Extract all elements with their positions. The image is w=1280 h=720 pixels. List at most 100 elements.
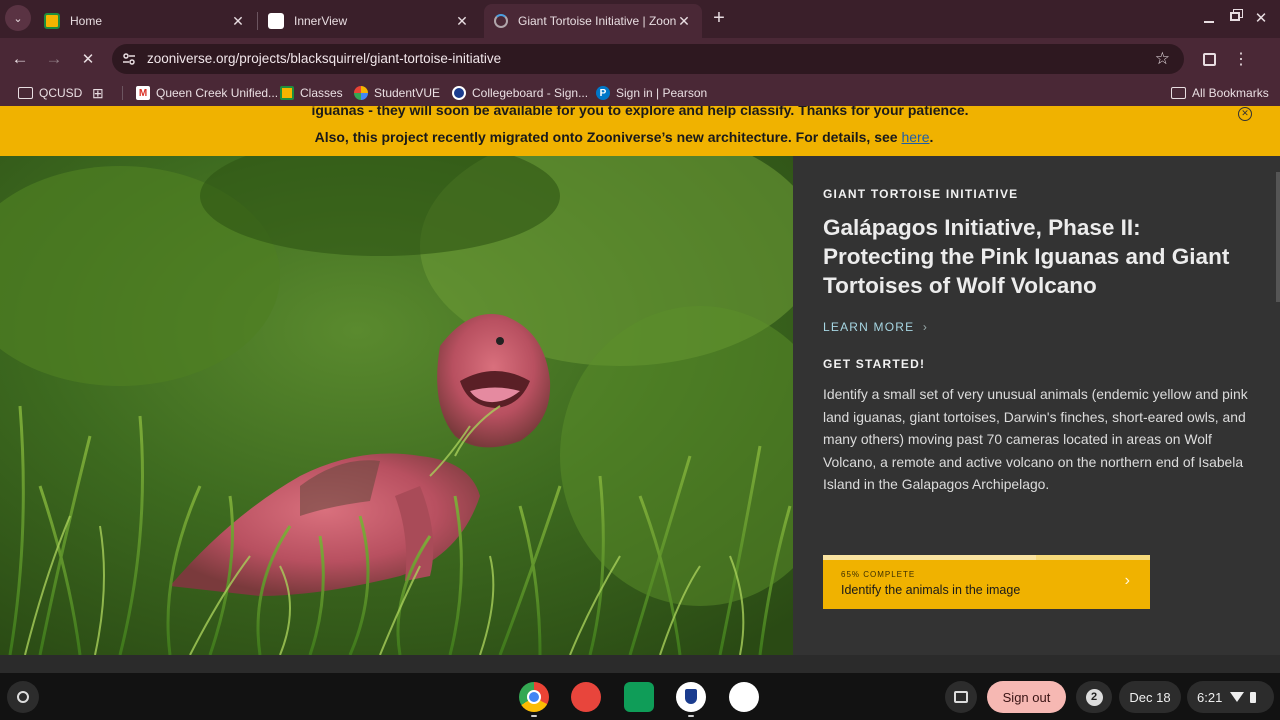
bookmark-studentvue[interactable]: StudentVUE [354, 83, 440, 103]
arrow-left-icon: ← [11, 49, 29, 68]
bookmark-queen-creek[interactable]: M Queen Creek Unified... [136, 83, 278, 103]
shield-icon [685, 689, 697, 704]
gmail-icon: M [136, 86, 150, 100]
banner-text-line1: iguanas - they will soon be available fo… [311, 106, 969, 118]
date-label: Dec 18 [1129, 689, 1171, 705]
menu-button[interactable]: ⋮ [1228, 46, 1254, 72]
battery-icon [1250, 691, 1257, 703]
screen-capture-button[interactable] [945, 681, 977, 713]
google-classroom-icon [280, 86, 294, 100]
announcement-banner: iguanas - they will soon be available fo… [0, 106, 1280, 156]
banner-text: Also, this project recently migrated ont… [314, 129, 902, 145]
tab-title: InnerView [294, 14, 348, 28]
all-bookmarks-button[interactable]: All Bookmarks [1171, 83, 1269, 103]
banner-close-button[interactable]: ✕ [1238, 107, 1252, 121]
tab-search-button[interactable]: ⌄ [5, 5, 31, 31]
chevron-right-icon: › [1124, 572, 1130, 589]
new-tab-button[interactable]: + [706, 5, 732, 31]
banner-text-line2: Also, this project recently migrated ont… [0, 129, 1248, 145]
page-footer-strip [0, 655, 1280, 673]
close-icon: ✕ [1254, 10, 1268, 27]
project-description: Identify a small set of very unusual ani… [823, 386, 1248, 493]
bookmark-label: Sign in | Pearson [616, 86, 708, 100]
minimize-button[interactable] [1196, 5, 1222, 31]
tab-home[interactable]: Home ✕ [34, 4, 256, 38]
chevron-down-icon: ⌄ [13, 12, 23, 25]
close-icon: ✕ [81, 51, 95, 68]
apps-grid-icon: ⊞ [92, 84, 104, 101]
bookmark-label: Classes [300, 86, 343, 100]
close-icon[interactable]: ✕ [454, 13, 470, 30]
collegeboard-icon [452, 86, 466, 100]
bookmark-label: QCUSD [39, 86, 83, 100]
window-close-button[interactable]: ✕ [1248, 5, 1274, 31]
running-indicator [531, 715, 537, 717]
pearson-app-icon[interactable] [729, 682, 759, 712]
status-tray[interactable]: 6:21 [1187, 681, 1274, 713]
extensions-button[interactable] [1196, 46, 1222, 72]
scrollbar[interactable] [1276, 172, 1280, 302]
chrome-center [527, 690, 541, 704]
page-content: iguanas - they will soon be available fo… [0, 106, 1280, 673]
get-started-heading: GET STARTED! [823, 357, 926, 371]
chrome-icon[interactable] [519, 682, 549, 712]
restore-icon [1230, 11, 1240, 21]
folder-icon [18, 87, 33, 99]
project-title: Galápagos Initiative, Phase II: Protecti… [823, 215, 1230, 298]
close-icon[interactable]: ✕ [676, 13, 692, 30]
workflow-button[interactable]: 65% COMPLETE Identify the animals in the… [823, 555, 1150, 609]
bookmark-collegeboard[interactable]: Collegeboard - Sign... [452, 83, 588, 103]
folder-icon [1171, 87, 1186, 99]
tab-giant-tortoise[interactable]: Giant Tortoise Initiative | Zooniverse ✕ [484, 4, 702, 38]
notification-count: 2 [1085, 688, 1103, 706]
arrow-right-icon: → [45, 49, 63, 68]
canvas-paint-icon[interactable] [571, 682, 601, 712]
bookmark-qcusd[interactable]: QCUSD [18, 83, 82, 103]
banner-period: . [929, 129, 934, 145]
bookmark-label: Queen Creek Unified... [156, 86, 279, 100]
launcher-button[interactable] [7, 681, 39, 713]
sign-out-button[interactable]: Sign out [987, 681, 1066, 713]
learn-more-label: LEARN MORE [823, 320, 915, 334]
restore-button[interactable] [1222, 3, 1248, 29]
hero-image [0, 156, 793, 655]
security-app-icon[interactable] [676, 682, 706, 712]
capture-icon [954, 691, 968, 703]
back-button[interactable]: ← [7, 46, 33, 72]
bookmark-classes[interactable]: Classes [280, 83, 343, 103]
close-icon[interactable]: ✕ [230, 13, 246, 30]
site-info-icon[interactable] [121, 51, 137, 67]
launcher-icon [17, 691, 29, 703]
innerview-icon [268, 13, 284, 29]
stop-loading-button[interactable]: ✕ [75, 46, 101, 72]
progress-label: 65% COMPLETE [841, 570, 916, 579]
tab-title: Giant Tortoise Initiative | Zooniverse [518, 14, 676, 28]
bookmarks-bar: QCUSD ⊞ M Queen Creek Unified... Classes… [0, 80, 1280, 106]
os-shelf: Sign out 2 Dec 18 6:21 [0, 673, 1280, 720]
star-icon[interactable]: ☆ [1155, 49, 1170, 69]
all-bookmarks-label: All Bookmarks [1192, 86, 1269, 100]
learn-more-link[interactable]: LEARN MORE › [823, 320, 928, 334]
puzzle-icon [1202, 52, 1216, 66]
workflow-label: Identify the animals in the image [841, 583, 1021, 597]
pearson-icon: P [596, 86, 610, 100]
date-tray[interactable]: Dec 18 [1119, 681, 1181, 713]
address-bar[interactable]: zooniverse.org/projects/blacksquirrel/gi… [112, 44, 1184, 74]
bookmark-separator [122, 86, 123, 100]
bookmark-pearson[interactable]: P Sign in | Pearson [596, 83, 707, 103]
loading-spinner-icon [494, 14, 508, 28]
classroom-app-icon[interactable] [624, 682, 654, 712]
google-classroom-icon [44, 13, 60, 29]
plus-icon: + [713, 6, 725, 29]
notification-badge[interactable]: 2 [1076, 681, 1112, 713]
tab-innerview[interactable]: InnerView ✕ [258, 4, 480, 38]
forward-button[interactable]: → [41, 46, 67, 72]
close-icon: ✕ [1241, 108, 1249, 118]
banner-link[interactable]: here [901, 129, 929, 145]
minimize-icon [1204, 21, 1214, 23]
apps-button[interactable]: ⊞ [92, 83, 104, 103]
more-vertical-icon: ⋮ [1233, 51, 1249, 68]
studentvue-icon [354, 86, 368, 100]
running-indicator [688, 715, 694, 717]
bookmark-label: Collegeboard - Sign... [472, 86, 589, 100]
